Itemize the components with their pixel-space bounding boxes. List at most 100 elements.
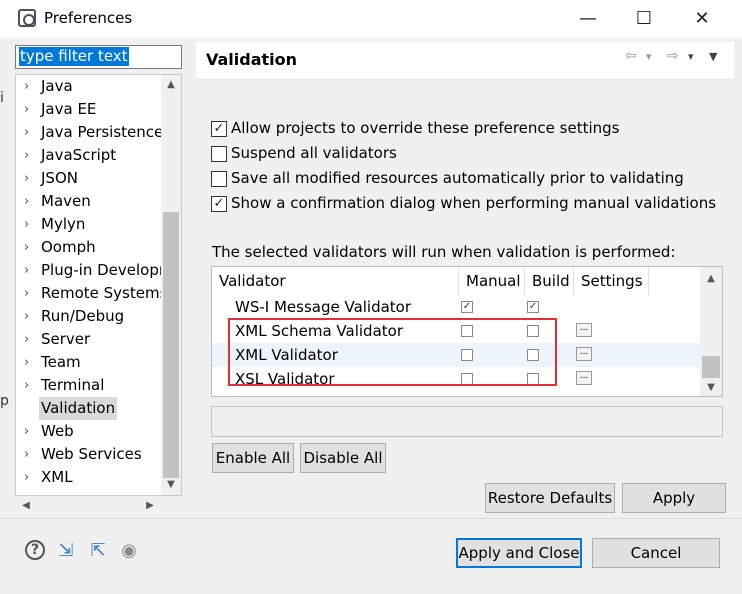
- settings-button[interactable]: ...: [576, 371, 592, 385]
- back-menu-icon[interactable]: ▾: [646, 50, 652, 63]
- tree-item-oomph[interactable]: › Oomph: [16, 236, 166, 259]
- tree-item-team[interactable]: › Team: [16, 351, 166, 374]
- scroll-right-arrow-icon[interactable]: ▶: [140, 497, 160, 515]
- back-icon[interactable]: ⇦: [625, 48, 637, 64]
- tree-item-web-services[interactable]: › Web Services: [16, 443, 166, 466]
- tree-item-label: Plug-in Developr: [41, 261, 166, 279]
- minimize-button[interactable]: —: [573, 6, 603, 32]
- import-preferences-icon[interactable]: ⇲: [55, 540, 77, 562]
- apply-and-close-button[interactable]: Apply and Close: [456, 538, 582, 568]
- chevron-right-icon[interactable]: ›: [24, 121, 38, 144]
- table-row[interactable]: WS-I Message Validator ✓ ✓: [212, 295, 702, 319]
- validators-scroll-thumb[interactable]: [702, 356, 720, 378]
- chevron-right-icon[interactable]: ›: [24, 351, 38, 374]
- chevron-right-icon[interactable]: ›: [24, 213, 38, 236]
- tree-item-label: Server: [41, 330, 91, 348]
- export-preferences-icon[interactable]: ⇱: [87, 540, 109, 562]
- help-icon[interactable]: ?: [25, 540, 45, 560]
- tree-item-mylyn[interactable]: › Mylyn: [16, 213, 166, 236]
- footer-separator: [0, 518, 742, 519]
- option-checkbox[interactable]: [211, 146, 227, 162]
- tree-item-plug-in-developr[interactable]: › Plug-in Developr: [16, 259, 166, 282]
- forward-icon[interactable]: ⇨: [667, 48, 679, 64]
- chevron-right-icon[interactable]: ›: [24, 259, 38, 282]
- scroll-up-arrow-icon[interactable]: ▲: [701, 270, 721, 288]
- tree-item-web[interactable]: › Web: [16, 420, 166, 443]
- enable-all-button[interactable]: Enable All: [212, 443, 294, 473]
- page-title: Validation: [206, 50, 298, 69]
- build-checkbox[interactable]: ✓: [527, 301, 539, 313]
- chevron-right-icon[interactable]: ›: [24, 144, 38, 167]
- filter-input[interactable]: [15, 45, 182, 69]
- validator-description-area: [211, 406, 723, 437]
- tree-item-java-persistence[interactable]: › Java Persistence: [16, 121, 166, 144]
- settings-button[interactable]: ...: [576, 347, 592, 361]
- option-checkbox[interactable]: [211, 171, 227, 187]
- manual-checkbox[interactable]: ✓: [461, 301, 473, 313]
- tree-item-remote-systems[interactable]: › Remote Systems: [16, 282, 168, 305]
- chevron-right-icon[interactable]: ›: [24, 466, 38, 489]
- chevron-right-icon[interactable]: ›: [24, 190, 38, 213]
- scroll-up-arrow-icon[interactable]: ▲: [161, 76, 181, 94]
- maximize-button[interactable]: ☐: [629, 6, 659, 32]
- scroll-down-arrow-icon[interactable]: ▼: [161, 476, 181, 494]
- validators-intro-text: The selected validators will run when va…: [212, 243, 676, 261]
- eclipse-app-icon: [18, 9, 36, 27]
- tree-item-label: Run/Debug: [41, 307, 125, 325]
- tree-item-label: Java: [41, 77, 73, 95]
- chevron-right-icon[interactable]: ›: [24, 282, 38, 305]
- chevron-right-icon[interactable]: ›: [24, 374, 38, 397]
- preference-tree: › Java › Java EE › Java Persistence › JavaScrip…: [15, 74, 182, 496]
- tree-item-javascript[interactable]: › JavaScript: [16, 144, 166, 167]
- tree-item-java[interactable]: › Java: [16, 75, 166, 98]
- close-button[interactable]: ✕: [687, 6, 717, 32]
- tree-item-run-debug[interactable]: › Run/Debug: [16, 305, 166, 328]
- column-header-manual[interactable]: Manual: [459, 267, 525, 295]
- tree-item-json[interactable]: › JSON: [16, 167, 166, 190]
- column-header-build[interactable]: Build: [525, 267, 574, 295]
- disable-all-button[interactable]: Disable All: [300, 443, 386, 473]
- option-checkbox[interactable]: ✓: [211, 121, 227, 137]
- option-label[interactable]: Show a confirmation dialog when performi…: [231, 194, 716, 212]
- tree-item-maven[interactable]: › Maven: [16, 190, 166, 213]
- column-header-settings[interactable]: Settings: [574, 267, 649, 295]
- chevron-right-icon[interactable]: ›: [24, 305, 38, 328]
- chevron-right-icon[interactable]: ›: [24, 328, 38, 351]
- chevron-right-icon[interactable]: ›: [24, 420, 38, 443]
- tree-item-label: Web: [41, 422, 74, 440]
- tree-item-terminal[interactable]: › Terminal: [16, 374, 166, 397]
- window-title: Preferences: [44, 9, 133, 27]
- tree-item-validation[interactable]: Validation: [16, 397, 166, 420]
- option-label[interactable]: Suspend all validators: [231, 144, 397, 162]
- column-header-validator[interactable]: Validator: [212, 267, 459, 295]
- tree-item-label: Terminal: [41, 376, 105, 394]
- scroll-down-arrow-icon[interactable]: ▼: [701, 379, 721, 397]
- tree-item-label: Oomph: [41, 238, 96, 256]
- forward-menu-icon[interactable]: ▾: [688, 50, 694, 63]
- chevron-right-icon[interactable]: ›: [24, 75, 38, 98]
- chevron-right-icon[interactable]: ›: [24, 167, 38, 190]
- option-checkbox[interactable]: ✓: [211, 196, 227, 212]
- chevron-right-icon[interactable]: ›: [24, 236, 38, 259]
- restore-defaults-button[interactable]: Restore Defaults: [485, 483, 615, 513]
- tree-scroll-thumb[interactable]: [163, 212, 179, 478]
- record-icon[interactable]: ◉: [118, 540, 140, 562]
- scroll-left-arrow-icon[interactable]: ◀: [16, 497, 36, 515]
- tree-item-server[interactable]: › Server: [16, 328, 166, 351]
- chevron-right-icon[interactable]: ›: [24, 443, 38, 466]
- tree-item-java-ee[interactable]: › Java EE: [16, 98, 166, 121]
- option-label[interactable]: Allow projects to override these prefere…: [231, 119, 619, 137]
- tree-item-label: JSON: [41, 169, 78, 187]
- tree-item-label: Remote Systems: [41, 284, 168, 302]
- tree-item-label: Maven: [41, 192, 91, 210]
- view-menu-icon[interactable]: ▼: [709, 50, 717, 63]
- annotation-highlight-box: [228, 318, 557, 386]
- option-label[interactable]: Save all modified resources automaticall…: [231, 169, 684, 187]
- background-fragment: p: [0, 393, 9, 409]
- cancel-button[interactable]: Cancel: [592, 538, 720, 568]
- tree-item-label: Validation: [39, 397, 118, 420]
- apply-button[interactable]: Apply: [622, 483, 726, 513]
- chevron-right-icon[interactable]: ›: [24, 98, 38, 121]
- tree-item-xml[interactable]: › XML: [16, 466, 166, 489]
- settings-button[interactable]: ...: [576, 323, 592, 337]
